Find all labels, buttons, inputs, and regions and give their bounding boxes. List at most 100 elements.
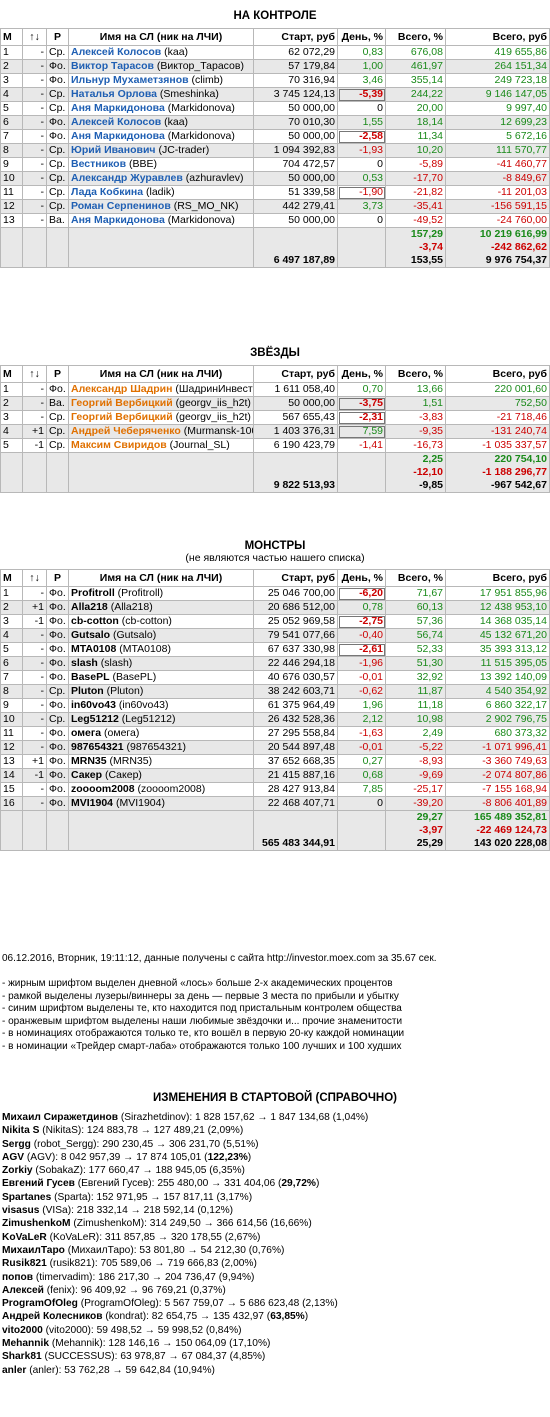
- platform-cell: Фо.: [46, 782, 69, 797]
- start-cell: 567 655,43: [253, 410, 338, 425]
- stars-title: ЗВЁЗДЫ: [250, 347, 300, 359]
- change-cell: -1: [22, 768, 47, 783]
- total-rub-cell: -2 074 807,86: [445, 768, 550, 783]
- table-row: 2- Фо. Виктор Тарасов (Виктор_Тарасов) 57 1…: [0, 59, 550, 74]
- total-rub-cell: -21 718,46: [445, 410, 550, 425]
- change-detail: (anler): 53 762,28 → 59 642,84 (10,94%): [26, 1364, 215, 1376]
- participant-name: Лада Кобкина: [71, 186, 144, 199]
- name-cell: slash (slash): [68, 656, 254, 671]
- total-rub-cell: 9 997,40: [445, 101, 550, 116]
- total-rub-cell: 4 540 354,92: [445, 684, 550, 699]
- stars-table: M ↑↓ Р Имя на СЛ (ник на ЛЧИ) Старт, руб День…: [0, 365, 550, 493]
- table-row: 11- Фо. омега (омега) 27 295 558,84 -1,63 2,4…: [0, 726, 550, 741]
- rank-cell: 2: [0, 396, 23, 411]
- column-header: ↑↓: [22, 365, 47, 383]
- table-row: 5- Ср. Аня Маркидонова (Markidonova) 50 000…: [0, 101, 550, 116]
- day-pct-cell: -1,90: [337, 185, 386, 200]
- change-detail: (AGV): 8 042 957,39 → 17 874 105,01 (: [24, 1151, 208, 1163]
- participant-nick: (Profitroll): [117, 587, 164, 600]
- change-detail: (NikitaS): 124 883,78 → 127 489,21 (2,09…: [39, 1125, 244, 1137]
- participant-nick: (MTA0108): [119, 643, 171, 656]
- total-rub-cell: 11 515 395,05: [445, 656, 550, 671]
- change-name: Sergg: [2, 1138, 31, 1150]
- start-cell: 50 000,00: [253, 213, 338, 228]
- total-rub-cell: 6 860 322,17: [445, 698, 550, 713]
- column-header: Всего, руб: [445, 28, 550, 46]
- table-row: 12- Фо. 987654321 (987654321) 20 544 897,48…: [0, 740, 550, 755]
- change-detail: (Sparta): 152 971,95 → 157 817,11 (3,17%…: [51, 1191, 253, 1203]
- column-header: День, %: [337, 365, 386, 383]
- monsters-subtitle: (не являются частью нашего списка): [185, 552, 365, 564]
- totals-empty-cell: [22, 452, 47, 493]
- name-cell: BasePL (BasePL): [68, 670, 254, 685]
- change-detail: (ZimushenkoM): 314 249,50 → 366 614,56 (…: [70, 1218, 312, 1230]
- change-cell: -: [22, 171, 47, 186]
- rank-cell: 8: [0, 684, 23, 699]
- day-pct-cell: -1,41: [337, 438, 386, 453]
- rank-cell: 4: [0, 628, 23, 643]
- change-item: Rusik821 (rusik821): 705 589,06 → 719 66…: [2, 1257, 368, 1270]
- change-detail: (vito2000): 59 498,52 → 59 998,52 (0,84%…: [42, 1324, 242, 1336]
- participant-nick: (zoooom2008): [137, 783, 206, 796]
- total-rub-cell: -7 155 168,94: [445, 782, 550, 797]
- name-cell: омега (омега): [68, 726, 254, 741]
- start-cell: 3 745 124,13: [253, 87, 338, 102]
- change-item: Sergg (robot_Sergg): 290 230,45 → 306 23…: [2, 1138, 368, 1151]
- totals-rub-line: -967 542,67: [490, 479, 547, 491]
- name-cell: Аня Маркидонова (Markidonova): [68, 129, 254, 144]
- day-pct-cell: 1,96: [337, 698, 386, 713]
- monsters-section: МОНСТРЫ (не являются частью нашего списк…: [0, 540, 550, 851]
- participant-nick: (987654321): [126, 741, 187, 754]
- name-cell: Андрей Чеберяченко (Murmansk-100): [68, 424, 254, 439]
- participant-nick: (MVI1904): [115, 797, 165, 810]
- day-pct-cell: -0,62: [337, 684, 386, 699]
- participant-name: Pluton: [71, 685, 104, 698]
- participant-name: Ильнур Мухаметзянов: [71, 74, 189, 87]
- total-rub-cell: -3 360 749,63: [445, 754, 550, 769]
- totals-pct-line: 157,29: [410, 228, 443, 241]
- table-row: 12- Ср. Роман Серпенинов (RS_MO_NK) 442 279…: [0, 199, 550, 214]
- rank-cell: 3: [0, 73, 23, 88]
- total-rub-cell: 14 368 035,14: [445, 614, 550, 629]
- rank-cell: 15: [0, 782, 23, 797]
- table-row: 4- Фо. Gutsalo (Gutsalo) 79 541 077,66 -0,40…: [0, 628, 550, 643]
- change-cell: -: [22, 115, 47, 130]
- change-detail: (kondrat): 82 654,75 → 135 432,97 (: [102, 1311, 271, 1323]
- platform-cell: Ср.: [46, 171, 69, 186]
- column-header: M: [0, 569, 23, 587]
- rank-cell: 11: [0, 726, 23, 741]
- total-pct-cell: 1,51: [385, 396, 446, 411]
- change-cell: -: [22, 143, 47, 158]
- monsters-totals-row: 565 483 344,91 29,27 -3,97 25,29 165 489 352…: [0, 810, 550, 851]
- rank-cell: 1: [0, 382, 23, 397]
- platform-cell: Ср.: [46, 684, 69, 699]
- participant-name: Юрий Иванович: [71, 144, 156, 157]
- change-name: Михаил Сиражетдинов: [2, 1112, 118, 1123]
- participant-nick: (Journal_SL): [169, 439, 230, 452]
- totals-start-cell: 565 483 344,91: [253, 810, 338, 851]
- name-cell: Leg51212 (Leg51212): [68, 712, 254, 727]
- name-cell: Александр Шадрин (ШадринИнвест): [68, 382, 254, 397]
- table-row: 3- Фо. Ильнур Мухаметзянов (climb) 70 316,9…: [0, 73, 550, 88]
- total-rub-cell: 419 655,86: [445, 45, 550, 60]
- totals-empty-cell: [68, 227, 254, 268]
- participant-nick: (BBE): [128, 158, 157, 171]
- platform-cell: Фо.: [46, 73, 69, 88]
- total-pct-cell: -17,70: [385, 171, 446, 186]
- change-name: ProgramOfOleg: [2, 1298, 78, 1310]
- total-rub-cell: -24 760,00: [445, 213, 550, 228]
- column-header: M: [0, 28, 23, 46]
- total-rub-cell: -1 071 996,41: [445, 740, 550, 755]
- total-rub-cell: 13 392 140,09: [445, 670, 550, 685]
- participant-name: MTA0108: [71, 643, 117, 656]
- day-pct-cell: -1,93: [337, 143, 386, 158]
- total-pct-cell: 10,98: [385, 712, 446, 727]
- totals-empty-cell: [22, 227, 47, 268]
- change-detail: (VISa): 218 332,14 → 218 592,14 (0,12%): [39, 1205, 234, 1217]
- platform-cell: Фо.: [46, 59, 69, 74]
- participant-nick: (Сакер): [104, 769, 142, 782]
- start-cell: 6 190 423,79: [253, 438, 338, 453]
- total-pct-cell: -25,17: [385, 782, 446, 797]
- total-pct-cell: 71,67: [385, 586, 446, 601]
- participant-name: Наталья Орлова: [71, 88, 157, 101]
